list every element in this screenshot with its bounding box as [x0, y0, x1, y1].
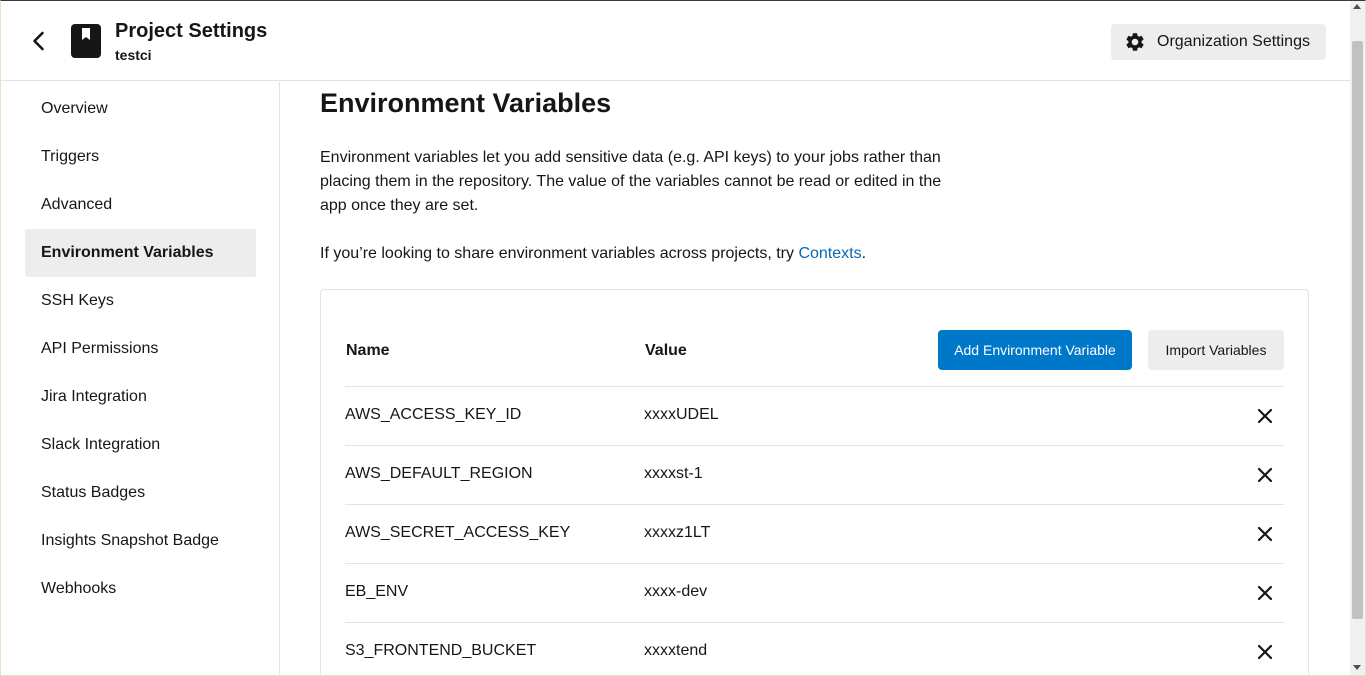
variable-name: EB_ENV [345, 583, 409, 600]
sidebar-item-overview[interactable]: Overview [25, 85, 256, 133]
organization-settings-label: Organization Settings [1157, 33, 1310, 50]
env-vars-table: Name Value Add Environment Variable Impo… [320, 289, 1309, 676]
close-icon[interactable] [1255, 583, 1275, 603]
variable-value: xxxx-dev [644, 583, 708, 600]
sidebar-item-status-badges[interactable]: Status Badges [25, 469, 256, 517]
variable-value: xxxxst-1 [644, 465, 703, 482]
section-title: Environment Variables [320, 88, 612, 118]
scroll-up-arrow-icon[interactable] [1353, 4, 1361, 9]
scrollbar-thumb[interactable] [1352, 41, 1363, 619]
sidebar: Overview Triggers Advanced Environment V… [1, 82, 280, 676]
variable-name: AWS_DEFAULT_REGION [345, 465, 533, 482]
variable-value: xxxxUDEL [644, 406, 719, 423]
sidebar-item-advanced[interactable]: Advanced [25, 181, 256, 229]
back-button[interactable] [27, 29, 51, 53]
section-description: Environment variables let you add sensit… [320, 149, 942, 214]
table-row: S3_FRONTEND_BUCKET xxxxtend [345, 622, 1284, 676]
table-row: EB_ENV xxxx-dev [345, 563, 1284, 622]
variable-value: xxxxtend [644, 642, 708, 659]
add-environment-variable-button[interactable]: Add Environment Variable [938, 330, 1132, 370]
sidebar-item-slack-integration[interactable]: Slack Integration [25, 421, 256, 469]
close-icon[interactable] [1255, 642, 1275, 662]
close-icon[interactable] [1255, 465, 1275, 485]
column-header-name: Name [346, 342, 390, 359]
sidebar-item-api-permissions[interactable]: API Permissions [25, 325, 256, 373]
share-note-text: If you’re looking to share environment v… [320, 245, 799, 262]
header: Project Settings testci Organization Set… [1, 1, 1350, 81]
contexts-link[interactable]: Contexts [798, 245, 861, 262]
vertical-scrollbar[interactable] [1350, 1, 1365, 675]
bookmark-icon [71, 24, 101, 58]
project-name: testci [115, 47, 152, 63]
variable-value: xxxxz1LT [644, 524, 711, 541]
variable-name: AWS_ACCESS_KEY_ID [345, 406, 522, 423]
table-row: AWS_SECRET_ACCESS_KEY xxxxz1LT [345, 504, 1284, 563]
sidebar-item-jira-integration[interactable]: Jira Integration [25, 373, 256, 421]
sidebar-item-ssh-keys[interactable]: SSH Keys [25, 277, 256, 325]
gear-icon [1126, 33, 1144, 51]
share-note: If you’re looking to share environment v… [320, 242, 866, 266]
variable-name: AWS_SECRET_ACCESS_KEY [345, 524, 571, 541]
column-header-value: Value [645, 342, 687, 359]
organization-settings-button[interactable]: Organization Settings [1111, 24, 1326, 60]
import-variables-button[interactable]: Import Variables [1148, 330, 1284, 370]
sidebar-item-environment-variables[interactable]: Environment Variables [25, 229, 256, 277]
table-row: AWS_ACCESS_KEY_ID xxxxUDEL [345, 386, 1284, 445]
close-icon[interactable] [1255, 406, 1275, 426]
sidebar-item-webhooks[interactable]: Webhooks [25, 565, 256, 613]
page-title: Project Settings [115, 20, 268, 42]
close-icon[interactable] [1255, 524, 1275, 544]
sidebar-item-insights-snapshot-badge[interactable]: Insights Snapshot Badge [25, 517, 256, 565]
chevron-left-icon [33, 31, 44, 51]
share-note-suffix: . [861, 245, 867, 262]
table-row: AWS_DEFAULT_REGION xxxxst-1 [345, 445, 1284, 504]
sidebar-item-triggers[interactable]: Triggers [25, 133, 256, 181]
variable-name: S3_FRONTEND_BUCKET [345, 642, 537, 659]
scroll-down-arrow-icon[interactable] [1353, 665, 1361, 670]
